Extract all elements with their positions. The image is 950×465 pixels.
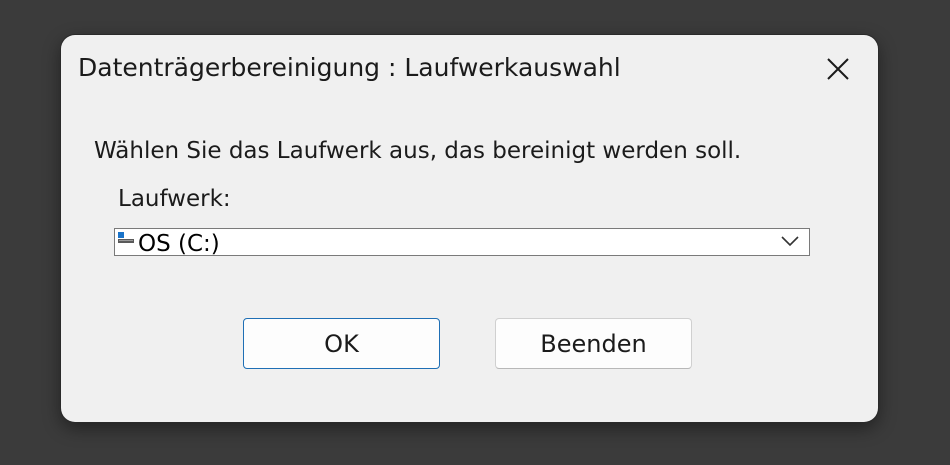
drive-select-value: OS (C:): [138, 231, 220, 256]
drive-select[interactable]: OS (C:): [114, 228, 810, 256]
ok-button[interactable]: OK: [243, 318, 440, 369]
disk-cleanup-dialog: Datenträgerbereinigung : Laufwerkauswahl…: [61, 35, 878, 422]
cancel-button[interactable]: Beenden: [495, 318, 692, 369]
chevron-down-icon: [781, 236, 799, 247]
drive-label: Laufwerk:: [118, 186, 231, 212]
close-button[interactable]: [815, 47, 861, 91]
dialog-title: Datenträgerbereinigung : Laufwerkauswahl: [78, 53, 621, 82]
drive-icon: [118, 232, 134, 243]
close-icon: [827, 58, 849, 80]
instruction-text: Wählen Sie das Laufwerk aus, das bereini…: [94, 138, 742, 164]
